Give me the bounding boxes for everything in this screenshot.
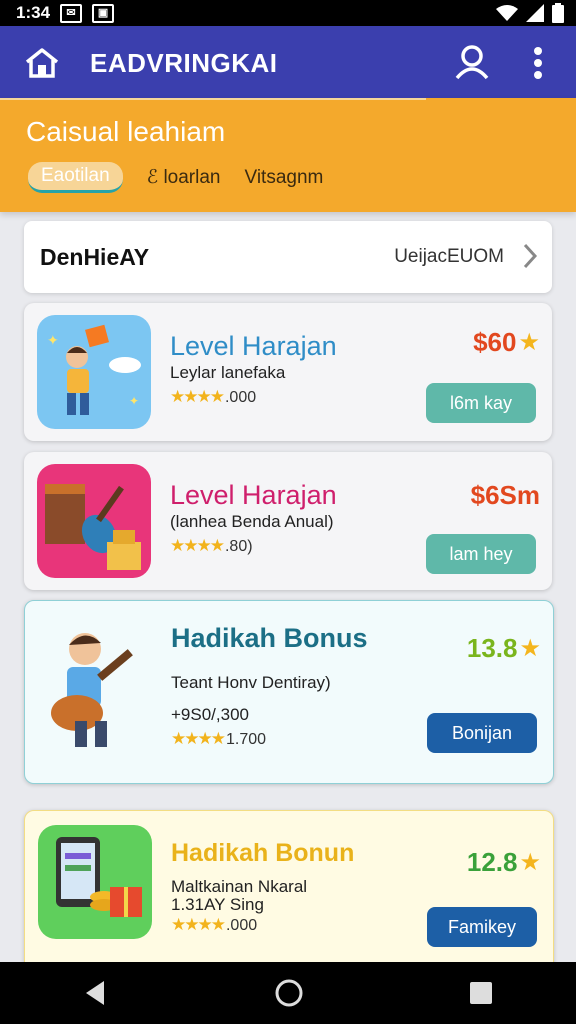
- phone-coins-illustration: [56, 837, 142, 917]
- tab-2[interactable]: ℰ loarlan: [147, 166, 221, 189]
- mail-notification-icon: ✉: [60, 3, 83, 23]
- button-label: lam hey: [449, 543, 513, 564]
- card-thumbnail: [37, 464, 151, 578]
- section-title: DenHieAY: [40, 243, 150, 270]
- user-icon: [455, 45, 489, 80]
- rating-stars: ★★★★: [171, 729, 226, 748]
- status-time: 1:34: [16, 3, 51, 22]
- card-subtitle: Teant Honv Dentiray): [171, 673, 331, 692]
- price-value: 13.8: [466, 633, 518, 663]
- card-action-button[interactable]: Bonijan: [427, 713, 537, 753]
- card-action-button[interactable]: lam hey: [426, 534, 536, 574]
- rating-stars: ★★★★: [171, 915, 226, 934]
- app-bar: EADVRINGKAI: [0, 26, 576, 100]
- card-title: Level Harajan: [170, 331, 337, 361]
- card-subtitle: Maltkainan Nkaral: [171, 877, 308, 896]
- home-button[interactable]: [22, 43, 62, 83]
- rating-stars: ★★★★: [170, 536, 225, 555]
- star-badge-icon: ★: [519, 635, 541, 662]
- card-subtitle: (lanhea Benda Anual): [170, 512, 334, 531]
- banner-divider: [0, 98, 426, 100]
- card-price: 12.8 ★: [467, 847, 541, 878]
- svg-text:✦: ✦: [129, 394, 139, 408]
- more-vert-icon: [534, 47, 542, 79]
- card-extra: +9S0/,300: [171, 705, 249, 724]
- rating-stars: ★★★★: [170, 387, 225, 406]
- card-rating: ★★★★ .000: [171, 915, 257, 935]
- card-title: Level Harajan: [170, 480, 337, 510]
- card-action-button[interactable]: l6m kay: [426, 383, 536, 423]
- card-rating: ★★★★ .80): [170, 536, 253, 556]
- card-title: Hadikah Bonus: [171, 623, 368, 653]
- section-link[interactable]: UeijacEUOM: [394, 246, 504, 268]
- banner-tabs: Eaotilan ℰ loarlan Vitsagnm: [28, 162, 323, 193]
- button-label: Famikey: [447, 916, 516, 937]
- system-nav-bar: [0, 962, 576, 1024]
- price-value: $60: [473, 327, 517, 357]
- rating-value: 1.700: [225, 731, 267, 748]
- chevron-right-icon: [523, 243, 538, 269]
- price-value: 12.8: [466, 847, 518, 877]
- card-price: 13.8 ★: [467, 633, 541, 664]
- game-card-1[interactable]: ✦ ✦ Level Harajan Leylar lanefaka ★★★★ .0…: [24, 303, 552, 441]
- card-price: $6Sm: [471, 480, 540, 511]
- card-thumbnail: [45, 621, 155, 751]
- button-label: Bonijan: [451, 722, 513, 743]
- section-header[interactable]: DenHieAY UeijacEUOM: [24, 221, 552, 293]
- kid-illustration: ✦ ✦: [47, 324, 141, 415]
- card-extra: 1.31AY Sing: [171, 895, 264, 914]
- card-rating: ★★★★ 1.700: [171, 729, 266, 749]
- price-value: $6Sm: [470, 480, 540, 510]
- wifi-icon: [496, 5, 518, 21]
- banner-title: Caisual leahiam: [26, 116, 226, 147]
- svg-text:✦: ✦: [47, 332, 59, 348]
- recents-icon[interactable]: [468, 980, 494, 1006]
- card-subtitle: Leylar lanefaka: [170, 363, 286, 382]
- tab-1[interactable]: Eaotilan: [28, 162, 123, 193]
- tab-3[interactable]: Vitsagnm: [245, 167, 324, 189]
- back-icon[interactable]: [82, 979, 110, 1007]
- home-icon: [25, 48, 59, 78]
- bonus-card-1[interactable]: Hadikah Bonus Teant Honv Dentiray) +9S0/…: [24, 600, 554, 784]
- bonus-card-2[interactable]: Hadikah Bonun Maltkainan Nkaral 1.31AY S…: [24, 810, 554, 972]
- card-title: Hadikah Bonun: [171, 839, 355, 867]
- status-right-icons: [496, 3, 564, 23]
- card-thumbnail: [38, 825, 152, 939]
- home-circle-icon[interactable]: [274, 978, 304, 1008]
- guitarist-illustration: [51, 633, 133, 747]
- rating-value: .000: [225, 917, 258, 934]
- button-label: l6m kay: [449, 392, 512, 413]
- app-title: EADVRINGKAI: [90, 47, 278, 78]
- rating-value: .000: [224, 389, 257, 406]
- more-button[interactable]: [528, 43, 548, 83]
- card-action-button[interactable]: Famikey: [427, 907, 537, 947]
- battery-icon: [552, 3, 564, 23]
- game-card-2[interactable]: Level Harajan (lanhea Benda Anual) ★★★★.…: [24, 452, 552, 590]
- star-badge-icon: ★: [518, 329, 540, 356]
- card-thumbnail: ✦ ✦: [37, 315, 151, 429]
- image-notification-icon: ▣: [92, 3, 115, 23]
- card-rating: ★★★★ .000: [170, 387, 256, 407]
- status-bar: 1:34 ✉ ▣: [0, 0, 576, 26]
- signal-icon: [526, 4, 544, 22]
- category-banner: Caisual leahiam Eaotilan ℰ loarlan Vitsa…: [0, 98, 576, 212]
- rating-value: .80): [224, 538, 253, 555]
- card-price: $60 ★: [473, 327, 540, 358]
- account-button[interactable]: [452, 42, 492, 82]
- star-badge-icon: ★: [519, 849, 541, 876]
- guitar-crate-illustration: [45, 484, 141, 570]
